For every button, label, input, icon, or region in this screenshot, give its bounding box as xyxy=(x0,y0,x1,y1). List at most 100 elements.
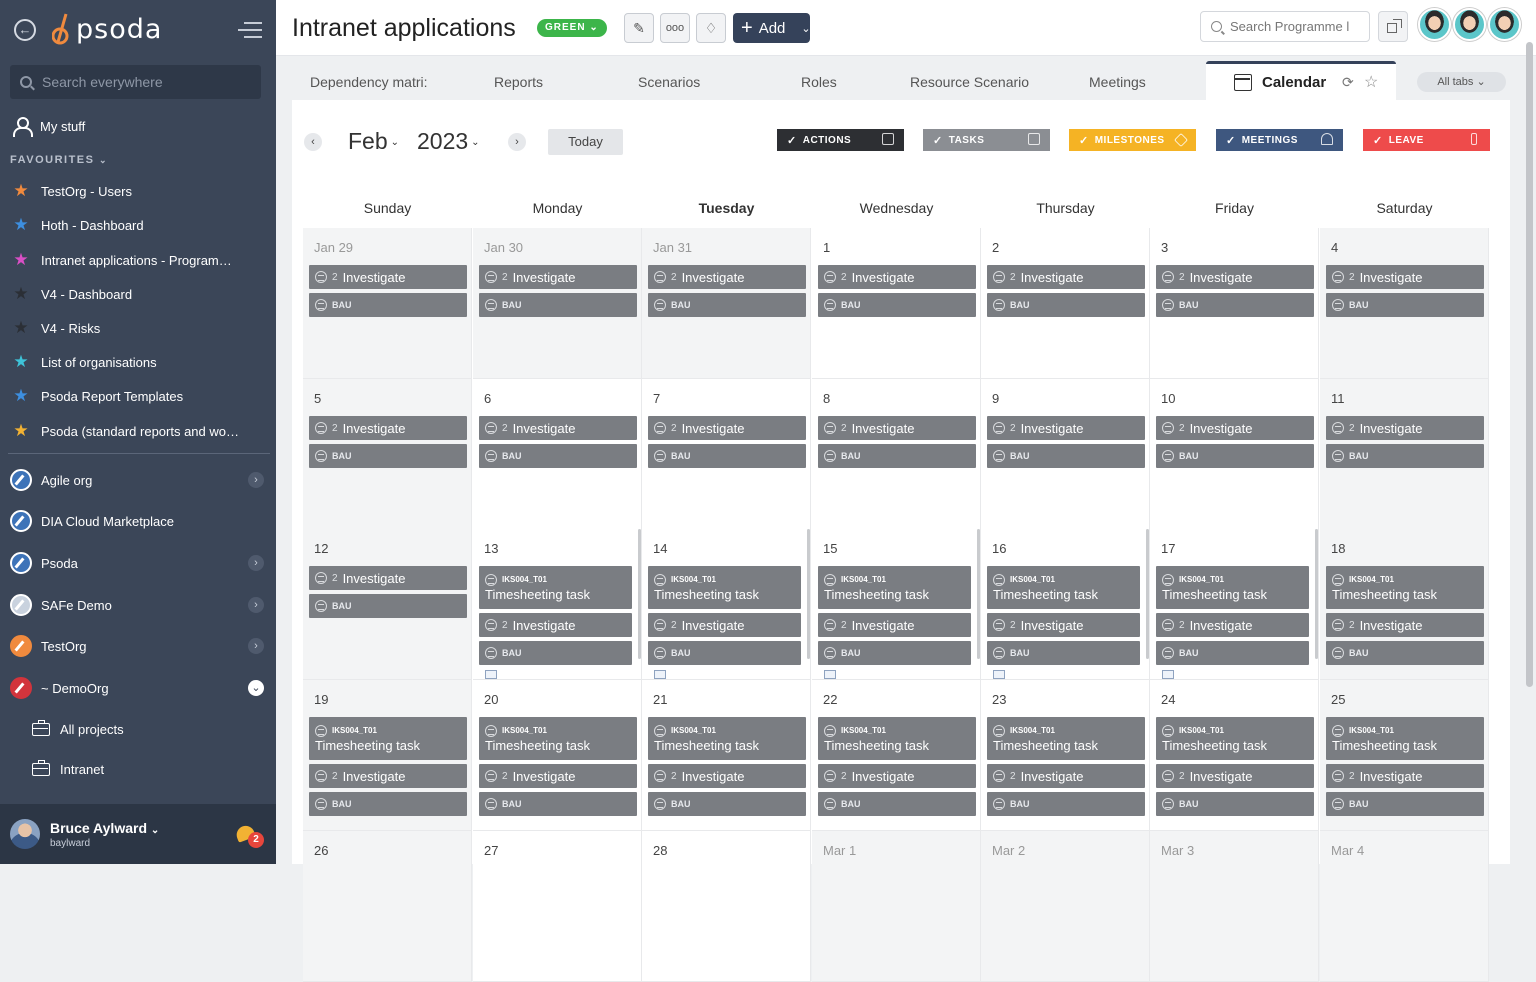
all-tabs-dropdown[interactable]: All tabs ⌄ xyxy=(1417,72,1506,92)
investigate-event[interactable]: 2 Investigate xyxy=(309,566,467,590)
psoda-logo[interactable]: psoda xyxy=(52,12,162,46)
bau-event[interactable]: BAU xyxy=(818,293,976,317)
calendar-day-cell[interactable]: 20 IKS004_T01 Timesheeting task 2 Investigat… xyxy=(473,680,642,831)
my-stuff-link[interactable]: My stuff xyxy=(0,114,276,138)
investigate-event[interactable]: 2 Investigate xyxy=(818,613,971,637)
investigate-event[interactable]: 2 Investigate xyxy=(1326,764,1484,788)
org-item-psoda[interactable]: Psoda › xyxy=(0,548,276,578)
bau-event[interactable]: BAU xyxy=(648,444,806,468)
org-item-dia[interactable]: DIA Cloud Marketplace xyxy=(0,506,276,536)
investigate-event[interactable]: 2 Investigate xyxy=(479,613,632,637)
org-item-testorg[interactable]: TestOrg › xyxy=(0,631,276,661)
favourite-item[interactable]: ★ TestOrg - Users xyxy=(0,179,276,203)
tab-scenarios[interactable]: Scenarios xyxy=(638,74,700,90)
favourites-header[interactable]: FAVOURITES ⌄ xyxy=(10,154,108,166)
calendar-day-cell[interactable]: Jan 30 2 Investigate BAU xyxy=(473,228,642,379)
bau-event[interactable]: BAU xyxy=(648,293,806,317)
task-event[interactable]: IKS004_T01 Timesheeting task xyxy=(1326,566,1484,609)
filter-tasks[interactable]: ✓ TASKS xyxy=(923,129,1050,151)
bau-event[interactable]: BAU xyxy=(479,293,637,317)
chevron-down-icon[interactable]: ⌄ xyxy=(248,680,264,696)
bau-event[interactable]: BAU xyxy=(1156,792,1314,816)
bau-event[interactable]: BAU xyxy=(479,792,637,816)
bau-event[interactable]: BAU xyxy=(818,444,976,468)
calendar-day-cell[interactable]: 27 xyxy=(473,831,642,982)
filter-milestones[interactable]: ✓ MILESTONES xyxy=(1069,129,1196,151)
favourite-item[interactable]: ★ Psoda Report Templates xyxy=(0,384,276,408)
investigate-event[interactable]: 2 Investigate xyxy=(479,764,637,788)
bau-event[interactable]: BAU xyxy=(818,792,976,816)
tab-meetings[interactable]: Meetings xyxy=(1089,74,1146,90)
investigate-event[interactable]: 2 Investigate xyxy=(479,416,637,440)
investigate-event[interactable]: 2 Investigate xyxy=(1156,416,1314,440)
investigate-event[interactable]: 2 Investigate xyxy=(987,416,1145,440)
bau-event[interactable]: BAU xyxy=(309,594,467,618)
collapse-menu-icon[interactable] xyxy=(238,22,262,38)
task-event[interactable]: IKS004_T01 Timesheeting task xyxy=(479,717,637,760)
calendar-day-cell[interactable]: 3 2 Investigate BAU xyxy=(1150,228,1319,379)
calendar-day-cell[interactable]: 8 2 Investigate BAU xyxy=(812,379,981,530)
filter-leave[interactable]: ✓ LEAVE xyxy=(1363,129,1490,151)
calendar-day-cell[interactable]: 22 IKS004_T01 Timesheeting task 2 Investigat… xyxy=(812,680,981,831)
bau-event[interactable]: BAU xyxy=(1326,641,1484,665)
tag-button[interactable]: ♢ xyxy=(696,13,726,43)
calendar-day-cell[interactable]: 15 IKS004_T01 Timesheeting task 2 Investigat… xyxy=(812,529,981,680)
more-events-icon[interactable] xyxy=(824,670,836,679)
task-event[interactable]: IKS004_T01 Timesheeting task xyxy=(309,717,467,760)
bau-event[interactable]: BAU xyxy=(987,792,1145,816)
calendar-day-cell[interactable]: 28 xyxy=(642,831,811,982)
bau-event[interactable]: BAU xyxy=(987,444,1145,468)
cell-scrollbar[interactable] xyxy=(977,529,980,659)
bau-event[interactable]: BAU xyxy=(987,641,1140,665)
star-outline-icon[interactable]: ☆ xyxy=(1364,72,1378,92)
task-event[interactable]: IKS004_T01 Timesheeting task xyxy=(1156,717,1314,760)
cell-scrollbar[interactable] xyxy=(1146,529,1149,659)
programme-search-input[interactable]: Search Programme l xyxy=(1200,11,1370,42)
investigate-event[interactable]: 2 Investigate xyxy=(987,613,1140,637)
task-event[interactable]: IKS004_T01 Timesheeting task xyxy=(1326,717,1484,760)
investigate-event[interactable]: 2 Investigate xyxy=(309,265,467,289)
favourite-item[interactable]: ★ List of organisations xyxy=(0,350,276,374)
today-button[interactable]: Today xyxy=(548,129,623,155)
task-event[interactable]: IKS004_T01 Timesheeting task xyxy=(648,566,801,609)
calendar-day-cell[interactable]: Jan 31 2 Investigate BAU xyxy=(642,228,811,379)
calendar-day-cell[interactable]: 5 2 Investigate BAU xyxy=(303,379,472,530)
tab-resource-scenarios[interactable]: Resource Scenario: xyxy=(910,74,1030,90)
calendar-day-cell[interactable]: 6 2 Investigate BAU xyxy=(473,379,642,530)
tab-roles[interactable]: Roles xyxy=(801,74,837,90)
calendar-day-cell[interactable]: 1 2 Investigate BAU xyxy=(812,228,981,379)
bau-event[interactable]: BAU xyxy=(987,293,1145,317)
calendar-day-cell[interactable]: 13 IKS004_T01 Timesheeting task 2 Investigat… xyxy=(473,529,642,680)
calendar-day-cell[interactable]: 19 IKS004_T01 Timesheeting task 2 Investigat… xyxy=(303,680,472,831)
year-select[interactable]: 2023 ⌄ xyxy=(417,128,480,155)
bau-event[interactable]: BAU xyxy=(1156,444,1314,468)
bau-event[interactable]: BAU xyxy=(479,444,637,468)
bau-event[interactable]: BAU xyxy=(648,792,806,816)
investigate-event[interactable]: 2 Investigate xyxy=(1156,764,1314,788)
org-item-safe[interactable]: SAFe Demo › xyxy=(0,590,276,620)
investigate-event[interactable]: 2 Investigate xyxy=(987,764,1145,788)
investigate-event[interactable]: 2 Investigate xyxy=(1326,416,1484,440)
bau-event[interactable]: BAU xyxy=(479,641,632,665)
status-badge[interactable]: GREEN ⌄ xyxy=(537,19,607,37)
calendar-day-cell[interactable]: 12 2 Investigate BAU xyxy=(303,529,472,680)
calendar-day-cell[interactable]: 9 2 Investigate BAU xyxy=(981,379,1150,530)
investigate-event[interactable]: 2 Investigate xyxy=(648,764,806,788)
tab-dependency-matrix[interactable]: Dependency matri: xyxy=(310,74,430,90)
calendar-day-cell[interactable]: 18 IKS004_T01 Timesheeting task 2 Investigat… xyxy=(1320,529,1489,680)
calendar-day-cell[interactable]: 7 2 Investigate BAU xyxy=(642,379,811,530)
more-events-icon[interactable] xyxy=(654,670,666,679)
investigate-event[interactable]: 2 Investigate xyxy=(648,265,806,289)
calendar-day-cell[interactable]: 26 xyxy=(303,831,472,982)
calendar-day-cell[interactable]: Mar 1 xyxy=(812,831,981,982)
investigate-event[interactable]: 2 Investigate xyxy=(818,764,976,788)
more-events-icon[interactable] xyxy=(1162,670,1174,679)
investigate-event[interactable]: 2 Investigate xyxy=(1326,265,1484,289)
prev-month-button[interactable]: ‹ xyxy=(304,133,322,151)
investigate-event[interactable]: 2 Investigate xyxy=(818,416,976,440)
investigate-event[interactable]: 2 Investigate xyxy=(987,265,1145,289)
cell-scrollbar[interactable] xyxy=(807,529,810,659)
favourite-item[interactable]: ★ V4 - Risks xyxy=(0,316,276,340)
calendar-day-cell[interactable]: 16 IKS004_T01 Timesheeting task 2 Investigat… xyxy=(981,529,1150,680)
sub-item-intranet[interactable]: Intranet xyxy=(0,757,276,781)
